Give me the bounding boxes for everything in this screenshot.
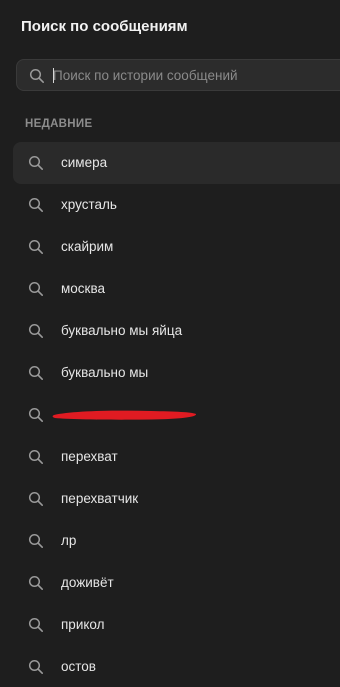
recent-section-label: НЕДАВНИЕ [25,118,93,130]
recent-search-label: перехват [61,449,118,464]
recent-search-label: буквально мы [61,365,149,380]
search-icon [28,407,43,422]
recent-search-label: симера [61,155,108,170]
recent-search-item[interactable]: буквально мы [13,352,340,394]
recent-search-item[interactable]: остов [13,646,340,687]
redaction-mark [52,410,197,420]
search-icon [28,575,43,590]
message-search-panel: Поиск по сообщениям НЕДАВНИЕ симера хруст… [0,0,340,687]
recent-search-item[interactable]: перехватчик [13,478,340,520]
search-icon [28,155,43,170]
recent-search-label: лр [61,533,77,548]
recent-search-item[interactable] [13,394,340,436]
recent-search-label: скайрим [61,239,114,254]
recent-search-item[interactable]: симера [13,142,340,184]
search-icon [28,659,43,674]
recent-search-item[interactable]: москва [13,268,340,310]
recent-searches-list: симера хрусталь скайрим москва буквально мы … [0,142,340,687]
search-icon [28,617,43,632]
recent-search-label: перехватчик [61,491,139,506]
search-input[interactable] [53,65,333,85]
search-icon [28,197,43,212]
recent-search-item[interactable]: буквально мы яйца [13,310,340,352]
recent-search-item[interactable]: доживёт [13,562,340,604]
recent-search-label: хрусталь [61,197,117,212]
recent-search-label: доживёт [61,575,114,590]
page-title: Поиск по сообщениям [21,18,188,35]
search-icon [28,281,43,296]
recent-search-label: буквально мы яйца [61,323,183,338]
recent-search-label: москва [61,281,105,296]
recent-search-item[interactable]: прикол [13,604,340,646]
search-icon [28,533,43,548]
search-icon [28,491,43,506]
search-icon [28,449,43,464]
recent-search-item[interactable]: скайрим [13,226,340,268]
search-icon [28,239,43,254]
recent-search-label: остов [61,659,96,674]
search-icon [29,68,44,83]
recent-search-label: прикол [61,617,105,632]
search-icon [28,323,43,338]
recent-search-item[interactable]: хрусталь [13,184,340,226]
text-caret [53,68,54,83]
recent-search-item[interactable]: перехват [13,436,340,478]
recent-search-item[interactable]: лр [13,520,340,562]
search-field[interactable] [16,59,340,91]
search-icon [28,365,43,380]
